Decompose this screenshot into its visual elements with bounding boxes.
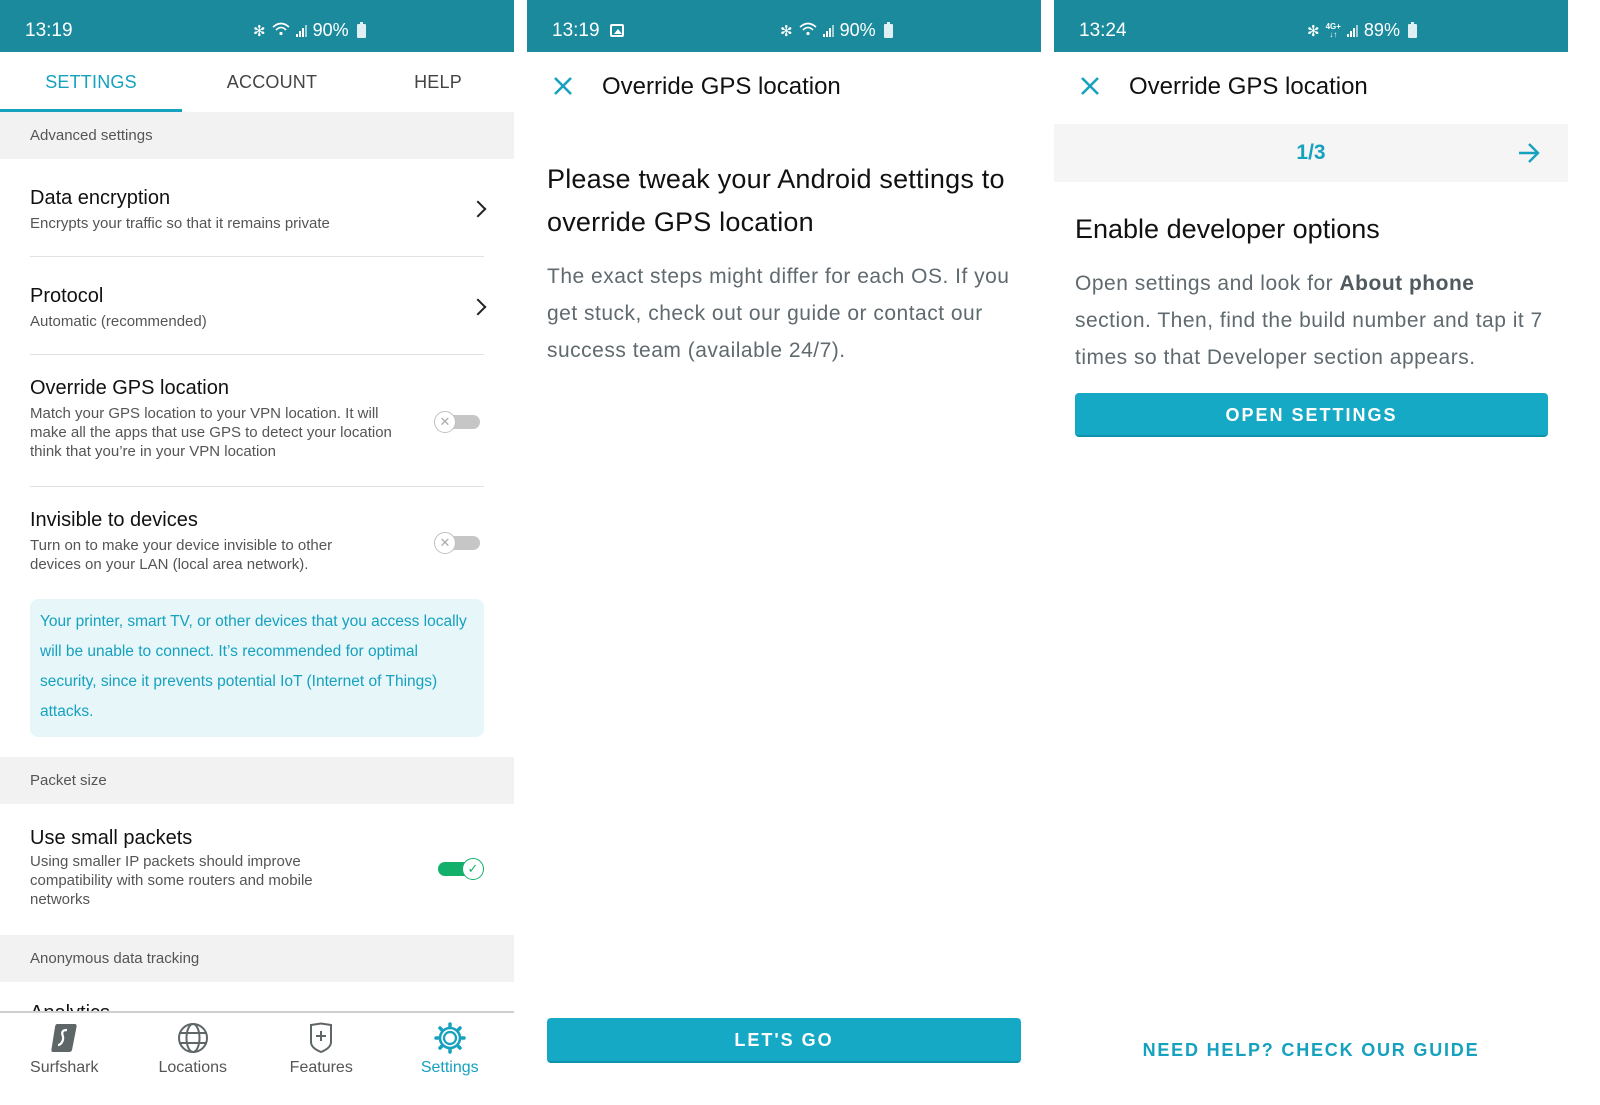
gps-override-toggle[interactable]: ✕	[434, 411, 480, 433]
battery-percent: 90%	[312, 20, 349, 40]
bluetooth-icon: ✻	[1307, 22, 1320, 40]
tab-help[interactable]: HELP	[362, 52, 514, 112]
tab-account[interactable]: ACCOUNT	[182, 52, 362, 112]
nav-locations[interactable]: Locations	[129, 1013, 258, 1105]
status-time: 13:19	[25, 20, 73, 41]
instructions-body: The exact steps might differ for each OS…	[547, 265, 1010, 362]
invisible-info-box: Your printer, smart TV, or other devices…	[30, 599, 484, 737]
lets-go-button[interactable]: LET'S GO	[547, 1018, 1021, 1063]
wifi-icon	[272, 20, 290, 41]
bottom-navigation: Surfshark Locations Features Settings	[0, 1011, 514, 1105]
setting-subtitle: Turn on to make your device invisible to…	[30, 537, 333, 573]
status-time: 13:19	[552, 20, 600, 41]
close-icon[interactable]	[1078, 74, 1102, 98]
lte-icon: 4G+ ↓↑	[1325, 21, 1341, 39]
signal-icon	[1346, 24, 1358, 37]
status-bar: 13:19 ✻ 90%	[527, 0, 1041, 52]
setting-override-gps: Override GPS location Match your GPS loc…	[0, 355, 514, 486]
setting-title: Invisible to devices	[30, 509, 198, 531]
step-heading: Enable developer options	[1075, 214, 1380, 244]
setting-subtitle: Encrypts your traffic so that it remains…	[30, 215, 330, 232]
section-header-tracking: Anonymous data tracking	[0, 935, 514, 982]
instructions-heading: Please tweak your Android settings to ov…	[547, 164, 1005, 237]
screen-title: Override GPS location	[602, 73, 841, 100]
nav-label: Surfshark	[30, 1059, 99, 1076]
top-app-bar: Override GPS location	[527, 52, 1041, 124]
close-icon: ✕	[434, 532, 456, 554]
section-header-packet-size: Packet size	[0, 757, 514, 804]
about-phone-emphasis: About phone	[1339, 272, 1475, 295]
nav-label: Features	[289, 1059, 353, 1076]
nav-settings[interactable]: Settings	[386, 1013, 515, 1105]
setting-title: Override GPS location	[30, 377, 229, 399]
shield-plus-icon	[257, 1021, 386, 1055]
wifi-icon	[799, 20, 817, 41]
signal-icon	[295, 24, 307, 37]
setting-subtitle: Automatic (recommended)	[30, 313, 207, 330]
nav-label: Locations	[158, 1059, 228, 1076]
override-gps-intro-screen: 13:19 ✻ 90% Override GPS location Please…	[527, 0, 1041, 1105]
step-body: Open settings and look for About phone s…	[1075, 272, 1543, 369]
setting-analytics[interactable]: Analytics	[0, 982, 514, 1012]
step-indicator: 1/3	[1054, 124, 1568, 182]
close-icon[interactable]	[551, 74, 575, 98]
surfshark-logo-icon	[0, 1021, 129, 1055]
globe-icon	[129, 1021, 258, 1055]
checkmark-icon: ✓	[462, 858, 484, 880]
bluetooth-icon: ✻	[780, 22, 793, 40]
settings-tabs: SETTINGS ACCOUNT HELP	[0, 52, 514, 112]
setting-protocol[interactable]: Protocol Automatic (recommended)	[0, 257, 514, 354]
override-gps-step-screen: 13:24 ✻ 4G+ ↓↑ 89% Override GPS location …	[1054, 0, 1568, 1105]
screen-title: Override GPS location	[1129, 73, 1368, 100]
tab-settings[interactable]: SETTINGS	[0, 52, 182, 112]
nav-surfshark[interactable]: Surfshark	[0, 1013, 129, 1105]
status-time: 13:24	[1079, 20, 1127, 41]
setting-subtitle: Match your GPS location to your VPN loca…	[30, 405, 392, 460]
top-app-bar: Override GPS location	[1054, 52, 1568, 124]
small-packets-toggle[interactable]: ✓	[438, 858, 484, 880]
nav-features[interactable]: Features	[257, 1013, 386, 1105]
settings-list[interactable]: Advanced settings Data encryption Encryp…	[0, 112, 514, 1012]
setting-title: Use small packets	[30, 827, 193, 849]
battery-percent: 89%	[1363, 20, 1400, 40]
image-notification-icon	[609, 24, 624, 37]
setting-invisible-to-devices: Invisible to devices Turn on to make you…	[0, 487, 514, 599]
setting-data-encryption[interactable]: Data encryption Encrypts your traffic so…	[0, 159, 514, 256]
battery-icon	[356, 21, 366, 38]
battery-icon	[1407, 21, 1417, 38]
close-icon: ✕	[434, 411, 456, 433]
nav-label: Settings	[420, 1059, 479, 1076]
open-settings-button[interactable]: OPEN SETTINGS	[1075, 393, 1548, 437]
arrow-right-icon[interactable]	[1516, 140, 1542, 166]
setting-title: Data encryption	[30, 187, 171, 209]
settings-screen: 13:19 ✻ 90% SETTINGS ACCOUNT HELP Advanc…	[0, 0, 514, 1105]
setting-subtitle: Using smaller IP packets should improve …	[30, 853, 313, 908]
section-header-advanced: Advanced settings	[0, 112, 514, 159]
battery-icon	[883, 21, 893, 38]
step-count: 1/3	[1296, 141, 1326, 164]
setting-title: Protocol	[30, 285, 104, 307]
status-bar: 13:24 ✻ 4G+ ↓↑ 89%	[1054, 0, 1568, 52]
invisible-toggle[interactable]: ✕	[434, 532, 480, 554]
help-guide-link[interactable]: NEED HELP? CHECK OUR GUIDE	[1054, 1040, 1568, 1061]
setting-small-packets: Use small packets Using smaller IP packe…	[0, 804, 514, 935]
battery-percent: 90%	[839, 20, 876, 40]
signal-icon	[822, 24, 834, 37]
bluetooth-icon: ✻	[253, 22, 266, 40]
gear-icon	[386, 1021, 515, 1055]
status-bar: 13:19 ✻ 90%	[0, 0, 514, 52]
